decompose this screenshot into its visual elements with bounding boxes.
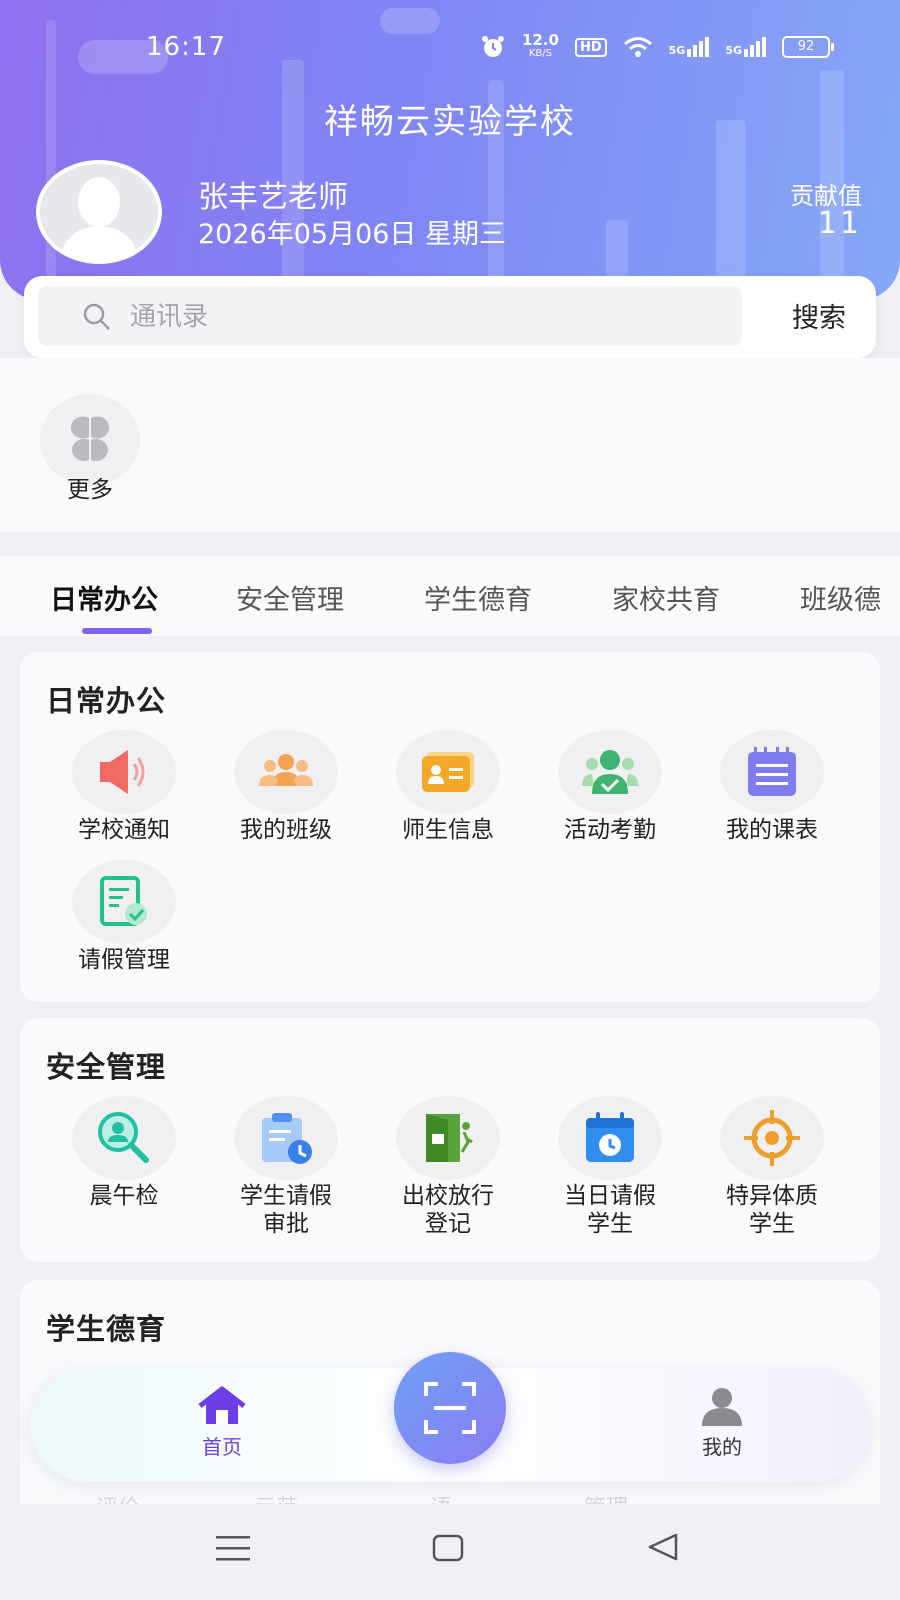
- magnifier-person-icon: [98, 1112, 149, 1163]
- section-safety-management: 安全管理 晨午检 学生请假 审批 出校放行 登记 当日请假 学生 特异体质 学生: [20, 1018, 880, 1262]
- wifi-icon: [623, 37, 652, 57]
- search-input[interactable]: [128, 286, 692, 348]
- status-bar: 16:17 12.0 KB/S HD 5G 5G 92: [0, 30, 900, 66]
- search-bar: 搜索: [24, 276, 876, 358]
- exit-door-icon: [426, 1114, 473, 1162]
- category-tabs: 日常办公 安全管理 学生德育 家校共育 班级德: [0, 556, 900, 636]
- scan-icon: [424, 1382, 476, 1434]
- status-time: 16:17: [146, 32, 226, 62]
- user-icon: [702, 1388, 742, 1426]
- section-title: 学生德育: [46, 1312, 167, 1346]
- tab-moral-education[interactable]: 学生德育: [424, 578, 532, 617]
- app-label: 我的课表: [726, 817, 818, 843]
- alarm-icon: [481, 36, 504, 57]
- current-date: 2026年05月06日 星期三: [198, 219, 507, 250]
- leave-doc-icon: [100, 876, 147, 926]
- app-label: 当日请假 学生: [564, 1183, 656, 1237]
- battery-icon: 92: [782, 36, 834, 58]
- header-banner: 16:17 12.0 KB/S HD 5G 5G 92 祥畅云实验学校 张丰艺老师…: [0, 0, 900, 300]
- more-label: 更多: [67, 477, 113, 503]
- contribution-value[interactable]: 11: [818, 206, 862, 241]
- search-icon: [83, 303, 110, 330]
- attendance-icon: [582, 750, 638, 794]
- app-activity-attendance[interactable]: 活动考勤: [530, 730, 690, 844]
- target-icon: [744, 1110, 800, 1166]
- calendar-clock-icon: [586, 1112, 634, 1162]
- app-label: 师生信息: [402, 817, 494, 843]
- user-name: 张丰艺老师: [198, 180, 348, 215]
- app-school-notice[interactable]: 学校通知: [44, 730, 204, 844]
- signal-icon: 5G: [725, 37, 766, 57]
- bottom-nav: 首页 我的: [30, 1352, 870, 1482]
- app-label: 学生请假 审批: [240, 1183, 332, 1237]
- signal-icon: 5G: [669, 37, 710, 57]
- app-my-class[interactable]: 我的班级: [206, 730, 366, 844]
- avatar[interactable]: [36, 160, 162, 264]
- app-special-constitution-students[interactable]: 特异体质 学生: [692, 1096, 852, 1238]
- nav-mine-label: 我的: [702, 1435, 742, 1459]
- hd-icon: HD: [574, 37, 607, 57]
- search-button[interactable]: 搜索: [792, 296, 846, 335]
- back-icon[interactable]: [646, 1532, 680, 1562]
- id-card-icon: [422, 752, 474, 792]
- tab-daily-office[interactable]: 日常办公: [50, 578, 158, 617]
- menu-icon[interactable]: [216, 1534, 250, 1562]
- app-label: 请假管理: [78, 947, 170, 973]
- system-navigation-bar: [0, 1504, 900, 1600]
- app-today-leave-students[interactable]: 当日请假 学生: [530, 1096, 690, 1238]
- shortcut-section: 更多: [0, 358, 900, 532]
- section-daily-office: 日常办公 学校通知 我的班级 师生信息 活动考勤 我的课表 请假管理: [20, 652, 880, 1002]
- tab-safety-management[interactable]: 安全管理: [236, 578, 344, 617]
- tab-home-school[interactable]: 家校共育: [612, 578, 720, 617]
- group-icon: [259, 754, 313, 786]
- app-student-leave-approval[interactable]: 学生请假 审批: [206, 1096, 366, 1238]
- app-my-schedule[interactable]: 我的课表: [692, 730, 852, 844]
- app-label: 我的班级: [240, 817, 332, 843]
- schedule-icon: [748, 747, 796, 796]
- person-silhouette-icon: [40, 164, 158, 260]
- app-leave-management[interactable]: 请假管理: [44, 860, 204, 974]
- app-label: 活动考勤: [564, 817, 656, 843]
- app-exit-registration[interactable]: 出校放行 登记: [368, 1096, 528, 1238]
- nav-mine[interactable]: 我的: [662, 1386, 782, 1460]
- app-morning-check[interactable]: 晨午检: [44, 1096, 204, 1210]
- megaphone-icon: [100, 750, 145, 794]
- clipboard-clock-icon: [262, 1113, 312, 1164]
- school-name: 祥畅云实验学校: [324, 102, 576, 142]
- net-speed: 12.0 KB/S: [521, 31, 559, 60]
- scan-button[interactable]: [394, 1352, 506, 1464]
- section-title: 安全管理: [46, 1050, 167, 1084]
- tab-class-moral[interactable]: 班级德: [800, 578, 881, 617]
- app-teacher-student-info[interactable]: 师生信息: [368, 730, 528, 844]
- home-icon: [198, 1386, 246, 1424]
- section-title: 日常办公: [46, 684, 167, 718]
- home-square-icon[interactable]: [432, 1534, 464, 1562]
- app-label: 晨午检: [89, 1183, 159, 1209]
- app-label: 特异体质 学生: [726, 1183, 818, 1237]
- app-label: 出校放行 登记: [402, 1183, 494, 1237]
- search-box[interactable]: [38, 286, 742, 348]
- building-decoration: [716, 120, 746, 300]
- nav-home[interactable]: 首页: [162, 1386, 282, 1460]
- active-tab-indicator: [82, 628, 152, 634]
- four-petal-grid-icon: [70, 416, 110, 461]
- app-label: 学校通知: [78, 817, 170, 843]
- nav-home-label: 首页: [202, 1435, 242, 1459]
